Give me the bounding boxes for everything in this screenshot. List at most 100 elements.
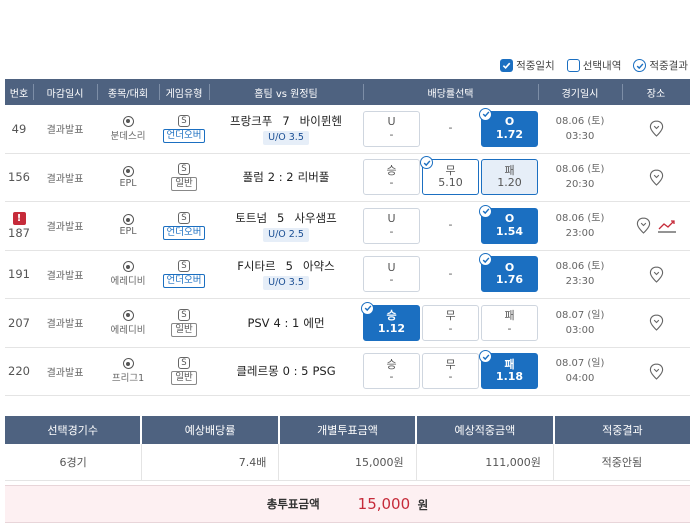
odds-value: - [389,273,394,287]
odds-lose-button[interactable]: 패 1.20 [481,159,538,196]
odds-over-button[interactable]: O 1.72 [479,107,538,147]
table-row: 49 결과발표 분데스리 S 언더오버 프랑크푸 7 바이뮌헨 U/O 3.5 … [5,105,690,154]
check-circle-icon [361,301,374,315]
legend-hit-label: 적중일치 [516,60,555,72]
row-game-type: S 일반 [159,299,209,347]
odds-value: 1.12 [377,321,406,335]
league-name: EPL [119,226,137,238]
score: 7 [282,113,290,128]
odds-draw-button[interactable]: 무 5.10 [420,156,479,196]
header-game-type: 게임유형 [159,79,209,105]
total-amount: 15,000 [357,495,411,513]
match-date: 08.06 (토) [555,212,605,224]
row-status: 결과발표 [46,270,84,282]
summary-header: 선택경기수 예상배당률 개별투표금액 예상적중금액 적중결과 [5,416,690,444]
odds-value: - [448,321,453,335]
away-team: 아약스 [302,259,335,274]
table-row: 220 결과발표 프리그1 S 일반 클레르몽 0 : 5 PSG 승 - 무 … [5,348,690,396]
check-circle-icon [479,350,492,364]
legend: 적중일치 선택내역 적중결과 [500,58,688,73]
row-league: 분데스리 [97,105,159,153]
row-venue [622,348,690,396]
summary-result: 적중안됨 [552,444,690,480]
game-type-icon: S [178,114,190,127]
game-type-icon: S [178,163,190,176]
row-league: 에레디비 [97,299,159,347]
bet-table: 번호 마감일시 종목/대회 게임유형 홈팀 vs 원정팀 배당률선택 경기일시 … [5,79,690,396]
row-teams: PSV 4 : 1 에먼 [209,299,363,347]
away-team: 사우샘프 [294,210,337,225]
odds-value: - [448,370,453,384]
odds-value: - [389,127,394,141]
odds-draw-button[interactable]: 무 - [422,353,479,390]
away-team: 바이뮌헨 [299,113,342,128]
legend-selection-label: 선택내역 [582,60,622,72]
summary-header-result: 적중결과 [552,416,690,444]
away-team: 에먼 [303,315,325,330]
odds-value: 1.72 [495,127,524,141]
odds-label: 패 [504,309,515,323]
odds-value: 5.10 [438,176,463,190]
home-team: 토트넘 [235,210,268,225]
row-match-date: 08.06 (토) 20:30 [538,154,622,202]
row-status: 결과발표 [46,319,84,331]
row-league: EPL [97,202,159,250]
game-type-tag: 언더오버 [162,225,206,240]
odds-value: - [389,370,394,384]
legend-result: 적중결과 [633,58,688,73]
soccer-ball-icon [122,214,134,226]
league-name: EPL [119,177,137,189]
odds-win-button[interactable]: 승 - [363,159,420,196]
row-match-date: 08.07 (일) 04:00 [538,348,622,396]
summary-header-odds: 예상배당률 [140,416,277,444]
match-time: 20:30 [565,179,595,191]
summary-row: 6경기 7.4배 15,000원 111,000원 적중안됨 [5,444,690,481]
odds-win-button[interactable]: 승 - [363,353,420,390]
trend-chart-icon[interactable] [657,218,677,234]
map-pin-icon[interactable] [649,363,664,380]
odds-win-button[interactable]: 승 1.12 [361,301,420,341]
league-name: 에레디비 [110,276,146,288]
row-league: 프리그1 [97,348,159,396]
map-pin-icon[interactable] [649,266,664,283]
odds-under-button[interactable]: U - [363,207,420,244]
home-team: 클레르몽 [236,364,279,379]
row-game-type: S 언더오버 [159,251,209,299]
summary-count: 6경기 [59,456,87,469]
row-status: 결과발표 [46,222,84,234]
odds-over-button[interactable]: O 1.76 [479,253,538,293]
odds-under-button[interactable]: U - [363,110,420,147]
map-pin-icon[interactable] [649,120,664,138]
odds-label: 승 [386,309,397,323]
soccer-ball-icon [122,261,134,273]
odds-under-button[interactable]: U - [363,256,420,293]
match-time: 04:00 [565,373,595,385]
row-match-date: 08.07 (일) 03:00 [538,299,622,347]
map-pin-icon[interactable] [636,217,651,235]
home-team: PSV [247,315,270,330]
table-header: 번호 마감일시 종목/대회 게임유형 홈팀 vs 원정팀 배당률선택 경기일시 … [5,79,690,105]
summary-header-payout: 예상적중금액 [415,416,552,444]
row-match-date: 08.06 (토) 03:30 [538,105,622,153]
match-date: 08.06 (토) [555,115,605,127]
legend-selection: 선택내역 [566,58,622,73]
odds-over-button[interactable]: O 1.54 [479,204,538,244]
odds-draw-empty: - [422,208,479,244]
odds-draw-button[interactable]: 무 - [422,304,479,341]
match-time: 03:00 [565,324,595,336]
game-type-icon: S [178,308,190,321]
row-odds: 승 - 무 5.10 패 1.20 [363,154,538,202]
summary-header-count: 선택경기수 [47,424,98,437]
table-row: 156 결과발표 EPL S 일반 풀럼 2 : 2 리버풀 승 - 무 5.1… [5,154,690,202]
map-pin-icon[interactable] [649,314,664,332]
odds-lose-button[interactable]: 패 - [481,304,538,341]
match-time: 23:00 [565,227,595,239]
header-number: 번호 [9,88,29,100]
row-venue [622,154,690,202]
odds-lose-button[interactable]: 패 1.18 [479,350,538,390]
row-number: 156 [8,170,30,185]
map-pin-icon[interactable] [649,169,664,186]
summary-header-stake: 개별투표금액 [277,416,415,444]
game-type-tag: 일반 [171,177,197,192]
soccer-ball-icon [122,115,134,127]
